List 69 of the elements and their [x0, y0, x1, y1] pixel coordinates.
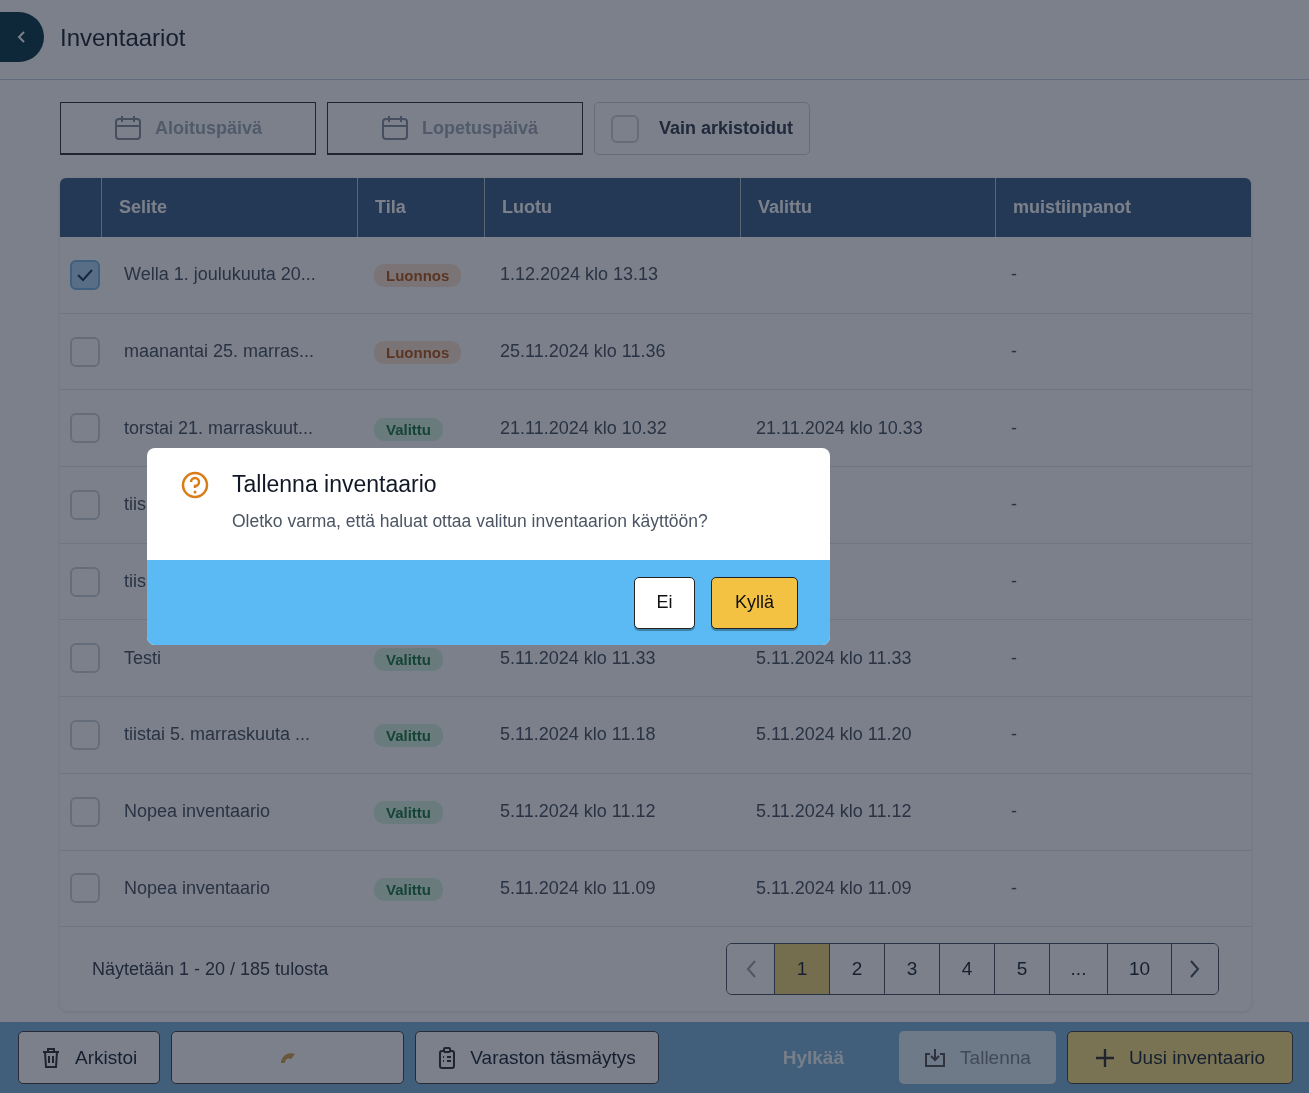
column-header: muistiinpanot — [995, 178, 1251, 237]
table-cell: - — [1011, 494, 1017, 516]
table-cell: Nopea inventaario — [124, 801, 271, 823]
table-cell: 5.11.2024 klo 11.33 — [756, 647, 912, 669]
column-header: Selite — [101, 178, 357, 237]
results-summary: Näytetään 1 - 20 / 185 tulosta — [92, 958, 329, 980]
status-badge: Valittu — [374, 724, 443, 748]
chevron-left-icon — [744, 959, 757, 980]
table-cell: - — [1011, 877, 1017, 899]
spinner-icon — [278, 1050, 297, 1065]
row-checkbox[interactable] — [70, 259, 100, 290]
action-button[interactable]: Arkistoi — [18, 1031, 161, 1084]
dialog-message: Oletko varma, että haluat ottaa valitun inventaarion käyttöön? — [232, 511, 708, 532]
loading-button[interactable] — [171, 1031, 405, 1084]
column-header: Valittu — [740, 178, 995, 237]
status-badge: Valittu — [374, 877, 443, 901]
trash-icon — [41, 1046, 61, 1069]
cancel-button[interactable]: Ei — [634, 576, 695, 629]
archived-only-toggle[interactable]: Vain arkistoidut — [594, 102, 811, 155]
table-cell: 1.12.2024 klo 13.13 — [500, 264, 659, 286]
table-cell: 5.11.2024 klo 11.12 — [500, 801, 656, 823]
clipboard-icon — [438, 1046, 457, 1069]
question-icon — [180, 470, 210, 500]
table-cell: - — [1011, 341, 1017, 363]
table-cell: maanantai 25. marras... — [124, 341, 315, 363]
status-badge: Valittu — [374, 417, 443, 441]
table-cell: 5.11.2024 klo 11.33 — [500, 647, 656, 669]
plus-icon — [1094, 1047, 1115, 1068]
calendar-icon — [114, 115, 142, 141]
table-cell: - — [1011, 417, 1017, 439]
table-cell: 5.11.2024 klo 11.09 — [500, 877, 656, 899]
table-cell: - — [1011, 647, 1017, 669]
status-badge: Valittu — [374, 647, 443, 671]
table-cell: Nopea inventaario — [124, 877, 271, 899]
calendar-icon — [381, 115, 409, 141]
table-cell: - — [1011, 724, 1017, 746]
table-cell: tiis — [124, 494, 146, 516]
table-cell: Wella 1. joulukuuta 20... — [124, 264, 316, 286]
table-cell: tiistai 5. marraskuuta ... — [124, 724, 311, 746]
column-header: Tila — [357, 178, 484, 237]
chevron-right-icon — [1189, 959, 1201, 980]
table-cell: 5.11.2024 klo 11.09 — [756, 877, 912, 899]
column-header: Luotu — [484, 178, 740, 237]
back-button[interactable] — [0, 11, 44, 62]
action-button[interactable]: Uusi inventaario — [1067, 1031, 1293, 1084]
status-badge: Valittu — [374, 801, 443, 825]
status-badge: Luonnos — [374, 264, 462, 288]
table-cell: 21.11.2024 klo 10.32 — [500, 417, 667, 439]
chevron-left-icon — [16, 29, 28, 44]
table-cell: 25.11.2024 klo 11.36 — [500, 341, 666, 363]
dialog-title: Tallenna inventaario — [232, 471, 438, 498]
page-title: Inventaariot — [60, 23, 186, 52]
table-cell: 21.11.2024 klo 10.33 — [756, 417, 923, 439]
table-cell: - — [1011, 264, 1017, 286]
table-cell: - — [1011, 571, 1017, 593]
table-cell: 5.11.2024 klo 11.20 — [756, 724, 912, 746]
next-page-button[interactable] — [1171, 944, 1218, 995]
page-button[interactable]: 1 — [774, 944, 829, 995]
status-badge: Luonnos — [374, 341, 462, 365]
checkmark-icon — [76, 267, 94, 282]
table-cell: tiis — [124, 571, 146, 593]
table-cell: - — [1011, 801, 1017, 823]
confirm-button[interactable]: Kyllä — [711, 576, 798, 629]
table-cell: 5.11.2024 klo 11.12 — [756, 801, 912, 823]
download-tray-icon — [924, 1047, 947, 1068]
table-cell: Testi — [124, 647, 161, 669]
table-cell: 5.11.2024 klo 11.18 — [500, 724, 656, 746]
table-cell: torstai 21. marraskuut... — [124, 417, 314, 439]
action-button[interactable]: Varaston täsmäytys — [415, 1031, 659, 1084]
